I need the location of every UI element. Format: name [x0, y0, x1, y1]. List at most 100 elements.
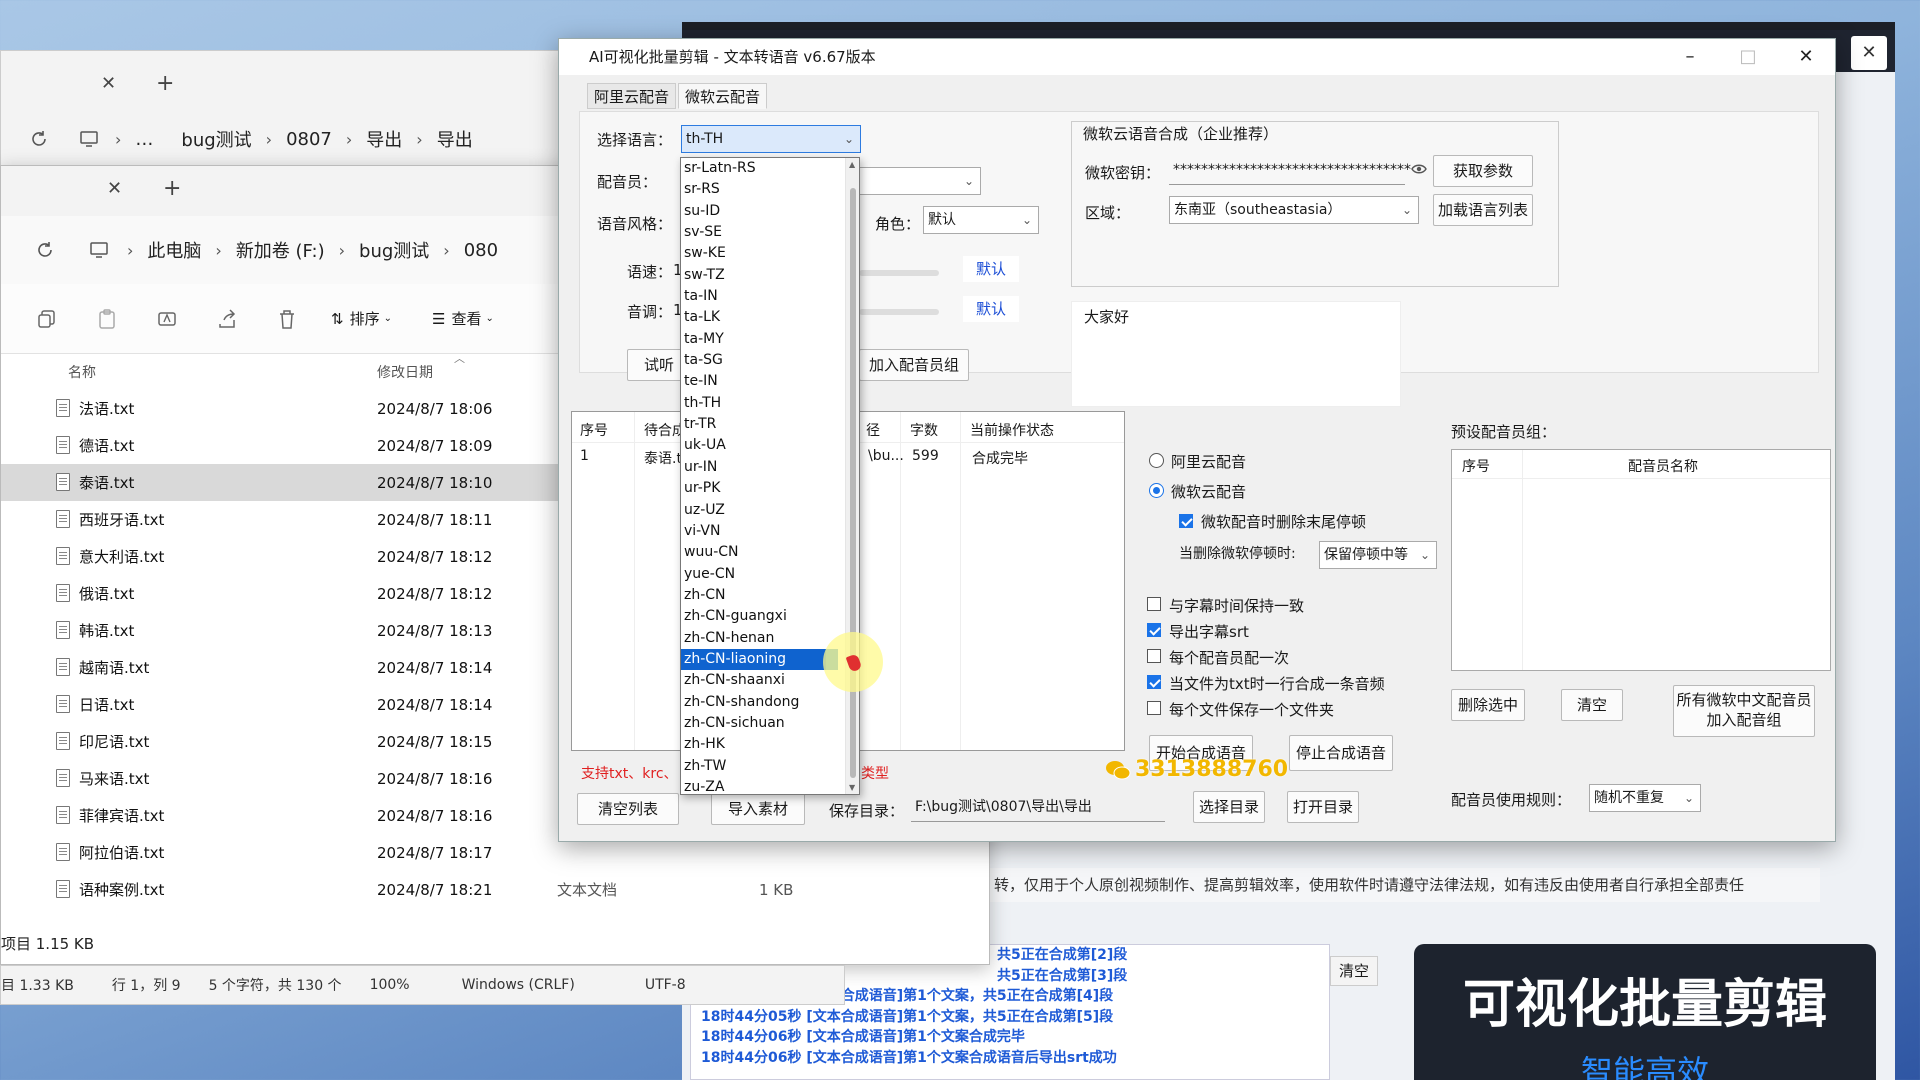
preset-clear-button[interactable]: 清空 — [1561, 689, 1623, 721]
scroll-up-icon[interactable]: ▲ — [849, 160, 855, 169]
lang-option[interactable]: te-IN — [681, 371, 859, 392]
lang-option[interactable]: ta-IN — [681, 286, 859, 307]
lang-option[interactable]: zh-CN — [681, 585, 859, 606]
breadcrumb-item[interactable]: 0807 — [286, 129, 332, 150]
close-tab-icon[interactable]: ✕ — [107, 178, 122, 199]
breadcrumb-item[interactable]: 此电脑 — [147, 237, 201, 263]
refresh-icon[interactable] — [29, 129, 49, 149]
region-select[interactable]: 东南亚（southeastasia） ⌄ — [1169, 196, 1419, 224]
maximize-button[interactable]: □ — [1719, 39, 1777, 75]
table-cell[interactable]: 599 — [912, 448, 939, 464]
lang-select[interactable]: th-TH ⌄ — [681, 125, 861, 153]
pitch-slider[interactable] — [859, 309, 939, 315]
checkbox-sync-sub[interactable] — [1147, 597, 1161, 611]
table-cell[interactable]: 合成完毕 — [972, 448, 1028, 468]
del-pause-select[interactable]: 保留停顿中等 ⌄ — [1319, 541, 1437, 569]
lang-option[interactable]: zh-HK — [681, 734, 859, 755]
checkbox-each-once[interactable] — [1147, 649, 1161, 663]
lang-option[interactable]: wuu-CN — [681, 542, 859, 563]
view-button[interactable]: ☰ 查看 ⌄ — [432, 308, 494, 329]
copy-icon[interactable] — [36, 308, 58, 330]
choose-dir-button[interactable]: 选择目录 — [1193, 791, 1265, 823]
checkbox-each-folder[interactable] — [1147, 701, 1161, 715]
lang-option[interactable]: tr-TR — [681, 414, 859, 435]
tab-aliyun[interactable]: 阿里云配音 — [587, 83, 677, 109]
checkbox-txt-line[interactable] — [1147, 675, 1161, 689]
lang-option[interactable]: vi-VN — [681, 521, 859, 542]
delete-selected-button[interactable]: 删除选中 — [1451, 689, 1525, 721]
save-dir-input[interactable]: F:\bug测试\0807\导出\导出 — [911, 794, 1165, 822]
breadcrumb-item[interactable]: 新加卷 (F:) — [236, 237, 325, 263]
delete-icon[interactable] — [276, 308, 298, 330]
eye-icon[interactable] — [1411, 163, 1427, 175]
radio-microsoft[interactable] — [1149, 483, 1164, 498]
rename-icon[interactable] — [156, 308, 178, 330]
computer-icon[interactable] — [79, 130, 99, 148]
breadcrumb-item[interactable]: 导出 — [437, 126, 473, 152]
lang-option[interactable]: zh-CN-liaoning — [681, 648, 838, 671]
open-dir-button[interactable]: 打开目录 — [1287, 791, 1359, 823]
tab-microsoft[interactable]: 微软云配音 — [678, 83, 768, 109]
add-to-group-button[interactable]: 加入配音员组 — [859, 349, 969, 381]
lang-option[interactable]: su-ID — [681, 201, 859, 222]
column-name[interactable]: 名称 — [68, 362, 96, 382]
lang-option[interactable]: sr-RS — [681, 179, 859, 200]
key-input[interactable]: ********************************** — [1169, 157, 1411, 185]
computer-icon[interactable] — [89, 241, 109, 259]
dropdown-scrollbar[interactable]: ▲ ▼ — [845, 158, 859, 794]
checkbox-del-tail[interactable] — [1179, 514, 1193, 528]
get-params-button[interactable]: 获取参数 — [1433, 155, 1533, 187]
lang-option[interactable]: uk-UA — [681, 435, 859, 456]
minimize-button[interactable]: – — [1661, 39, 1719, 75]
breadcrumb-item[interactable]: bug测试 — [359, 237, 429, 263]
radio-aliyun[interactable] — [1149, 453, 1164, 468]
table-cell[interactable]: 泰语.t — [644, 448, 682, 468]
lang-option[interactable]: ta-SG — [681, 350, 859, 371]
lang-option[interactable]: uz-UZ — [681, 500, 859, 521]
lang-option[interactable]: sw-KE — [681, 243, 859, 264]
lang-option[interactable]: ur-PK — [681, 478, 859, 499]
breadcrumb-item[interactable]: 导出 — [366, 126, 402, 152]
close-button[interactable]: ✕ — [1777, 39, 1835, 75]
refresh-icon[interactable] — [35, 240, 55, 260]
lang-option[interactable]: yue-CN — [681, 564, 859, 585]
table-cell[interactable]: 1 — [580, 448, 589, 464]
breadcrumb-item[interactable]: 080 — [464, 240, 498, 261]
checkbox-export-srt[interactable] — [1147, 623, 1161, 637]
lang-option[interactable]: ta-MY — [681, 329, 859, 350]
file-row[interactable]: 语种案例.txt 2024/8/7 18:21 文本文档 1 KB — [1, 871, 989, 908]
add-all-ms-voices-button[interactable]: 所有微软中文配音员 加入配音组 — [1673, 685, 1815, 737]
paste-icon[interactable] — [96, 308, 118, 330]
breadcrumb-item[interactable]: … — [135, 129, 153, 150]
role-select[interactable]: 默认 ⌄ — [923, 206, 1039, 234]
text-input-area[interactable]: 大家好 — [1071, 301, 1401, 407]
lang-option[interactable]: ta-LK — [681, 307, 859, 328]
new-tab-icon[interactable]: + — [156, 71, 174, 96]
lang-option[interactable]: sv-SE — [681, 222, 859, 243]
lang-option[interactable]: sr-Latn-RS — [681, 158, 859, 179]
breadcrumb-item[interactable]: bug测试 — [181, 126, 251, 152]
lang-option[interactable]: sw-TZ — [681, 265, 859, 286]
share-icon[interactable] — [216, 308, 238, 330]
stop-synthesis-button[interactable]: 停止合成语音 — [1289, 735, 1393, 771]
speed-default-button[interactable]: 默认 — [963, 256, 1019, 282]
new-tab-icon[interactable]: + — [163, 176, 181, 201]
sort-button[interactable]: ⇅ 排序 ⌄ — [331, 308, 392, 329]
background-close-button[interactable]: ✕ — [1851, 36, 1887, 70]
speed-slider[interactable] — [859, 270, 939, 276]
clear-list-button[interactable]: 清空列表 — [577, 793, 679, 825]
table-cell[interactable]: \bu... — [868, 448, 904, 464]
load-language-list-button[interactable]: 加载语言列表 — [1433, 194, 1533, 226]
lang-option[interactable]: zh-CN-sichuan — [681, 713, 859, 734]
lang-option[interactable]: zh-CN-guangxi — [681, 606, 859, 627]
scroll-down-icon[interactable]: ▼ — [849, 783, 855, 792]
lang-option[interactable]: zh-CN-shandong — [681, 692, 859, 713]
log-clear-button[interactable]: 清空 — [1330, 956, 1378, 986]
pitch-default-button[interactable]: 默认 — [963, 296, 1019, 322]
close-tab-icon[interactable]: ✕ — [101, 73, 116, 94]
lang-option[interactable]: ur-IN — [681, 457, 859, 478]
column-date[interactable]: 修改日期 — [377, 362, 433, 382]
lang-option[interactable]: zh-TW — [681, 756, 859, 777]
lang-option[interactable]: th-TH — [681, 393, 859, 414]
rule-select[interactable]: 随机不重复 ⌄ — [1589, 784, 1701, 812]
